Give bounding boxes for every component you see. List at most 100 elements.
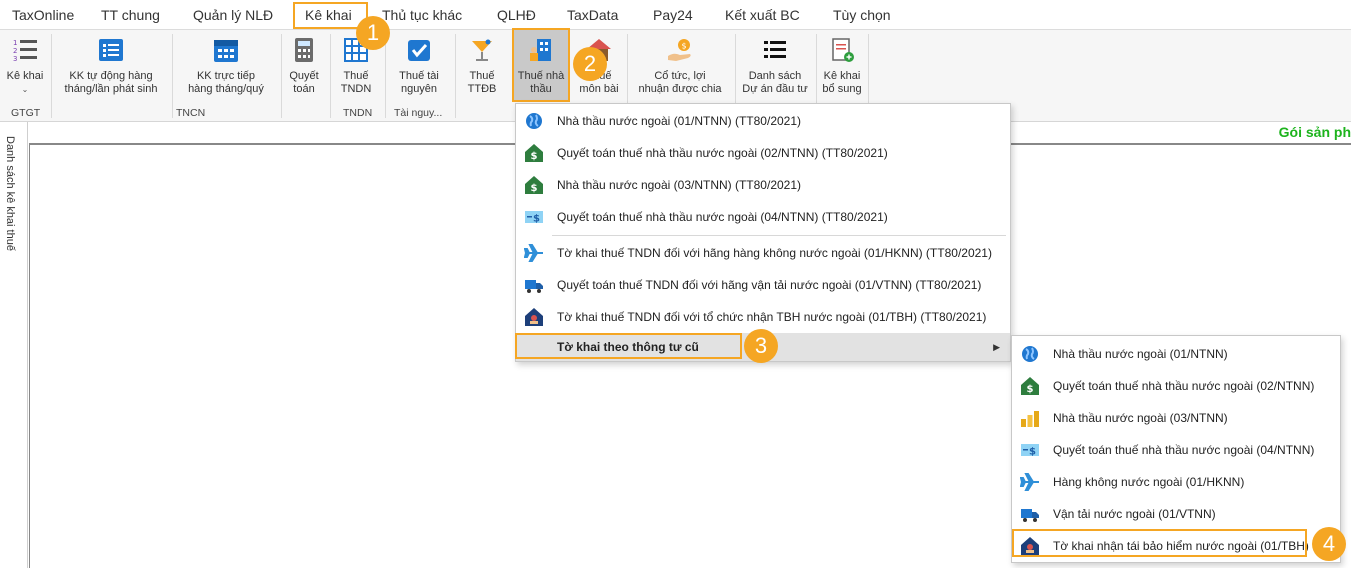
thue-ttdb-button[interactable]: Thuế TTĐB [460,34,504,96]
menu-item-label: Tờ khai thuế TNDN đối với tổ chức nhận T… [557,310,987,324]
submenu-item-label: Vận tải nước ngoài (01/VTNN) [1053,507,1216,521]
chevron-down-icon: ⌄ [21,85,29,94]
separator [385,34,386,118]
thue-tai-nguyen-button[interactable]: Thuế tài nguyên [390,34,448,96]
submenu-item-label: Quyết toán thuế nhà thầu nước ngoài (04/… [1053,443,1315,457]
svg-text:$: $ [1027,384,1034,395]
tab-taxonline[interactable]: TaxOnline [12,7,74,23]
menu-item-01-vtnn[interactable]: Quyết toán thuế TNDN đối với hãng vận tả… [516,269,1010,301]
danh-sach-label-2: Dự án đầu tư [742,83,808,95]
thue-tai-nguyen-label-2: nguyên [400,83,438,95]
menu-bar: TaxOnline TT chung Quản lý NLĐ Kê khai T… [0,0,1351,30]
submenu-item-label: Nhà thầu nước ngoài (01/NTNN) [1053,347,1228,361]
tab-ket-xuat-bc[interactable]: Kết xuất BC [725,7,800,23]
product-package-link[interactable]: Gói sản ph [1279,124,1351,140]
thue-ttdb-label-2: TTĐB [467,83,497,95]
kk-tu-dong-label-1: KK tự động hàng [69,70,153,82]
menu-item-label: Quyết toán thuế nhà thầu nước ngoài (02/… [557,146,888,160]
coin-stack-icon [1021,411,1039,427]
svg-text:3: 3 [13,55,17,63]
separator [330,34,331,118]
ke-khai-bo-sung-button[interactable]: Kê khai bổ sung [820,34,864,96]
thue-tndn-label-2: TNDN [340,83,372,95]
submenu-item-01-hknn[interactable]: Hàng không nước ngoài (01/HKNN) [1012,466,1340,498]
co-tuc-label-2: nhuận được chia [638,83,722,95]
submenu-item-03-ntnn[interactable]: Nhà thầu nước ngoài (03/NTNN) [1012,402,1340,434]
truck-icon [525,280,543,293]
svg-text:$: $ [531,183,538,194]
left-side-panel[interactable]: Danh sách kê khai thuế [0,122,28,568]
menu-item-01-ntnn[interactable]: Nhà thầu nước ngoài (01/NTNN) (TT80/2021… [516,105,1010,137]
danh-sach-du-an-button[interactable]: Danh sách Dự án đầu tư [739,34,811,96]
checklist-icon [99,39,123,61]
calendar-icon [214,40,238,62]
submenu-item-01-ntnn[interactable]: Nhà thầu nước ngoài (01/NTNN) [1012,338,1340,370]
submenu-item-02-ntnn[interactable]: $ Quyết toán thuế nhà thầu nước ngoài (0… [1012,370,1340,402]
thue-nha-thau-menu: Nhà thầu nước ngoài (01/NTNN) (TT80/2021… [515,103,1011,362]
menu-separator [552,235,1006,236]
tab-quan-ly-nld[interactable]: Quản lý NLĐ [193,7,273,23]
callout-01-tbh [1012,529,1307,557]
menu-item-03-ntnn[interactable]: $ Nhà thầu nước ngoài (03/NTNN) (TT80/20… [516,169,1010,201]
svg-text:2: 2 [13,47,17,55]
callout-thue-nha-thau [512,28,570,102]
tab-qlhd[interactable]: QLHĐ [497,7,536,23]
quyet-toan-button[interactable]: Quyết toán [284,34,324,96]
ke-khai-label: Kê khai [6,70,44,82]
cocktail-glass-icon [472,39,492,61]
group-label-gtgt: GTGT [11,107,41,119]
co-tuc-label-1: Cổ tức, lợi [654,70,706,82]
quyet-toan-label-1: Quyết [289,70,319,82]
ke-khai-bo-sung-label-1: Kê khai [823,70,861,82]
kk-truc-tiep-button[interactable]: KK trực tiếp hàng tháng/quý [176,34,276,96]
menu-item-04-ntnn[interactable]: $ Quyết toán thuế nhà thầu nước ngoài (0… [516,201,1010,233]
menu-item-label: Quyết toán thuế TNDN đối với hãng vận tả… [557,278,982,292]
separator [281,34,282,118]
check-box-icon [408,40,430,61]
svg-text:$: $ [682,42,687,51]
submenu-item-label: Quyết toán thuế nhà thầu nước ngoài (02/… [1053,379,1315,393]
tab-tuy-chon[interactable]: Tùy chọn [833,7,891,23]
submenu-item-04-ntnn[interactable]: $ Quyết toán thuế nhà thầu nước ngoài (0… [1012,434,1340,466]
thue-mon-bai-label-2: môn bài [579,83,619,95]
tab-thu-tuc-khac[interactable]: Thủ tục khác [382,7,462,23]
quyet-toan-label-2: toán [293,83,315,95]
cheque-dollar-icon: $ [525,211,543,225]
step-badge-2: 2 [573,47,607,81]
airplane-icon [1020,473,1039,491]
kk-truc-tiep-label-2: hàng tháng/quý [188,83,264,95]
money-house-icon: $ [525,144,543,162]
bullet-list-icon [764,41,786,58]
thue-tndn-label-1: Thuế [343,70,369,82]
separator [455,34,456,118]
globe-icon [526,113,542,129]
menu-item-label: Nhà thầu nước ngoài (01/NTNN) (TT80/2021… [557,114,802,128]
svg-text:$: $ [531,151,538,162]
submenu-item-01-vtnn[interactable]: Vận tải nước ngoài (01/VTNN) [1012,498,1340,530]
tab-taxdata[interactable]: TaxData [567,7,618,23]
money-house-icon: $ [1021,377,1039,395]
menu-item-01-hknn[interactable]: Tờ khai thuế TNDN đối với hãng hàng khôn… [516,237,1010,269]
cheque-dollar-icon: $ [1021,444,1039,458]
svg-text:$: $ [533,214,540,225]
co-tuc-button[interactable]: $ Cổ tức, lợi nhuận được chia [630,34,730,96]
numbered-list-icon: 1 2 3 [13,39,37,63]
ke-khai-button[interactable]: 1 2 3 Kê khai ⌄ [5,34,45,96]
separator [51,34,52,118]
kk-truc-tiep-label-1: KK trực tiếp [196,70,256,82]
separator [172,34,173,118]
group-label-tai-nguyen: Tài nguy... [394,107,443,119]
svg-text:$: $ [1029,447,1036,458]
step-badge-3: 3 [744,329,778,363]
step-badge-4: 4 [1312,527,1346,561]
menu-item-label: Tờ khai thuế TNDN đối với hãng hàng khôn… [557,246,992,260]
insurance-house-icon [525,308,543,326]
step-badge-1: 1 [356,16,390,50]
menu-item-02-ntnn[interactable]: $ Quyết toán thuế nhà thầu nước ngoài (0… [516,137,1010,169]
tab-pay24[interactable]: Pay24 [653,7,693,23]
thue-ttdb-label-1: Thuế [469,70,495,82]
tab-tt-chung[interactable]: TT chung [101,7,160,23]
money-house-icon: $ [525,176,543,194]
truck-icon [1021,509,1039,522]
kk-tu-dong-button[interactable]: KK tự động hàng tháng/lần phát sinh [56,34,166,96]
